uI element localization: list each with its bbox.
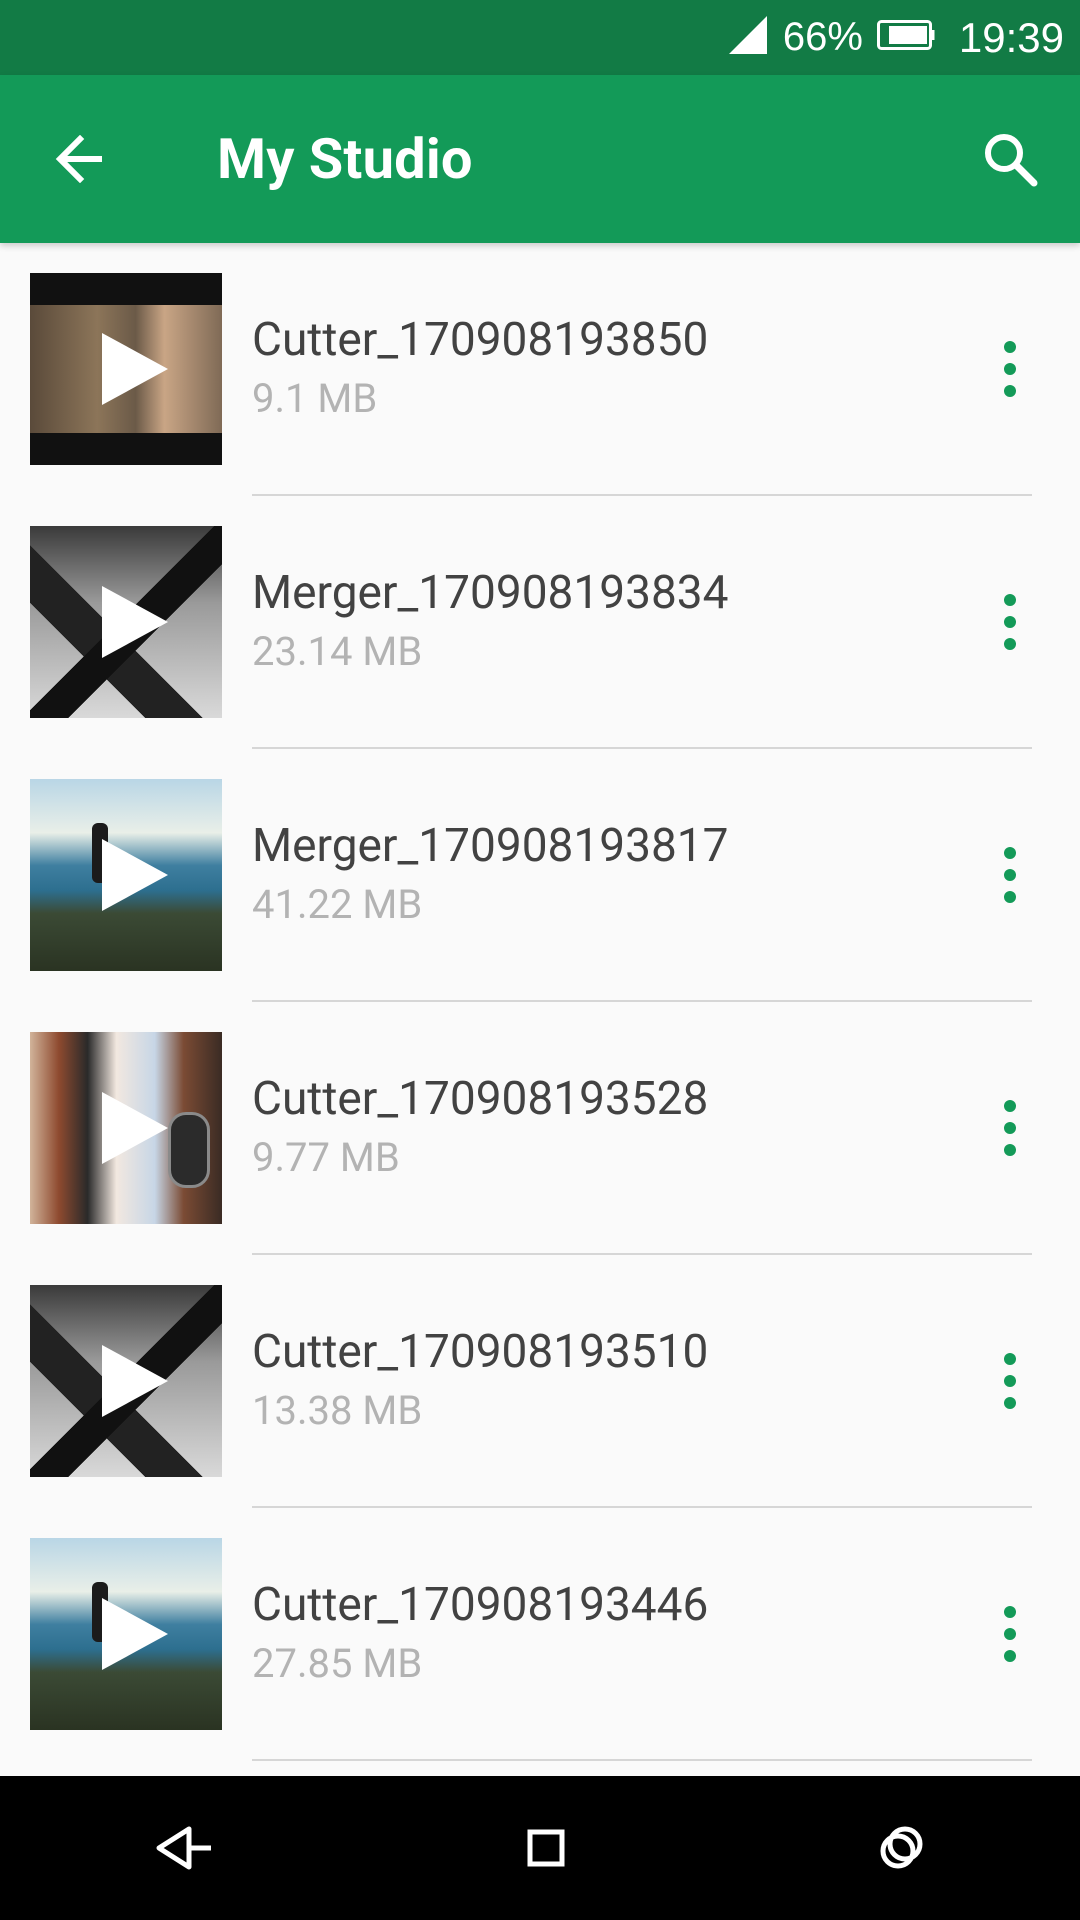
play-icon [102,586,168,658]
nav-home-icon[interactable] [526,1828,566,1868]
search-button[interactable] [970,119,1050,199]
battery-icon [876,20,935,55]
clock-time: 19:39 [958,13,1064,61]
page-title: My Studio [217,126,473,192]
nav-recents-icon[interactable] [877,1824,925,1872]
video-name: Merger_170908193817 [252,819,729,873]
video-name: Cutter_170908193446 [252,1578,709,1632]
video-size: 27.85 MB [252,1640,423,1687]
play-icon [102,1598,168,1670]
studio-video-list: Cutter_170908193850 9.1 MB Merger_170908… [0,243,1080,1761]
play-icon [102,839,168,911]
video-name: Merger_170908193834 [252,566,729,620]
signal-icon [727,14,769,61]
more-options-button[interactable] [980,1594,1040,1674]
nav-back-icon[interactable] [155,1823,215,1873]
video-name: Cutter_170908193528 [252,1072,709,1126]
screen: 66% 19:39 My Studio Cutter_170908193850 … [0,0,1080,1920]
list-item[interactable]: Merger_170908193817 41.22 MB [0,749,1080,1002]
more-options-button[interactable] [980,582,1040,662]
video-thumbnail[interactable] [30,526,222,718]
more-options-button[interactable] [980,329,1040,409]
play-icon [102,1092,168,1164]
video-thumbnail[interactable] [30,273,222,465]
video-size: 41.22 MB [252,881,423,928]
list-item[interactable]: Cutter_170908193510 13.38 MB [0,1255,1080,1508]
video-size: 9.1 MB [252,375,378,422]
list-item[interactable]: Cutter_170908193528 9.77 MB [0,1002,1080,1255]
more-options-button[interactable] [980,835,1040,915]
video-thumbnail[interactable] [30,779,222,971]
video-thumbnail[interactable] [30,1538,222,1730]
video-thumbnail[interactable] [30,1032,222,1224]
navigation-bar [0,1776,1080,1920]
video-thumbnail[interactable] [30,1285,222,1477]
battery-percent: 66% [782,15,863,59]
play-icon [102,333,168,405]
video-name: Cutter_170908193510 [252,1325,709,1379]
status-bar: 66% 19:39 [0,0,1080,75]
search-icon [985,134,1038,187]
video-size: 9.77 MB [252,1134,400,1181]
more-options-button[interactable] [980,1088,1040,1168]
app-bar: My Studio [0,75,1080,243]
video-size: 23.14 MB [252,628,423,675]
play-icon [102,1345,168,1417]
back-arrow-icon [55,135,102,183]
back-button[interactable] [40,119,120,199]
divider [252,1759,1032,1761]
list-item[interactable]: Merger_170908193834 23.14 MB [0,496,1080,749]
more-options-button[interactable] [980,1341,1040,1421]
list-item[interactable]: Cutter_170908193446 27.85 MB [0,1508,1080,1761]
video-size: 13.38 MB [252,1387,423,1434]
video-name: Cutter_170908193850 [252,313,709,367]
list-item[interactable]: Cutter_170908193850 9.1 MB [0,243,1080,496]
